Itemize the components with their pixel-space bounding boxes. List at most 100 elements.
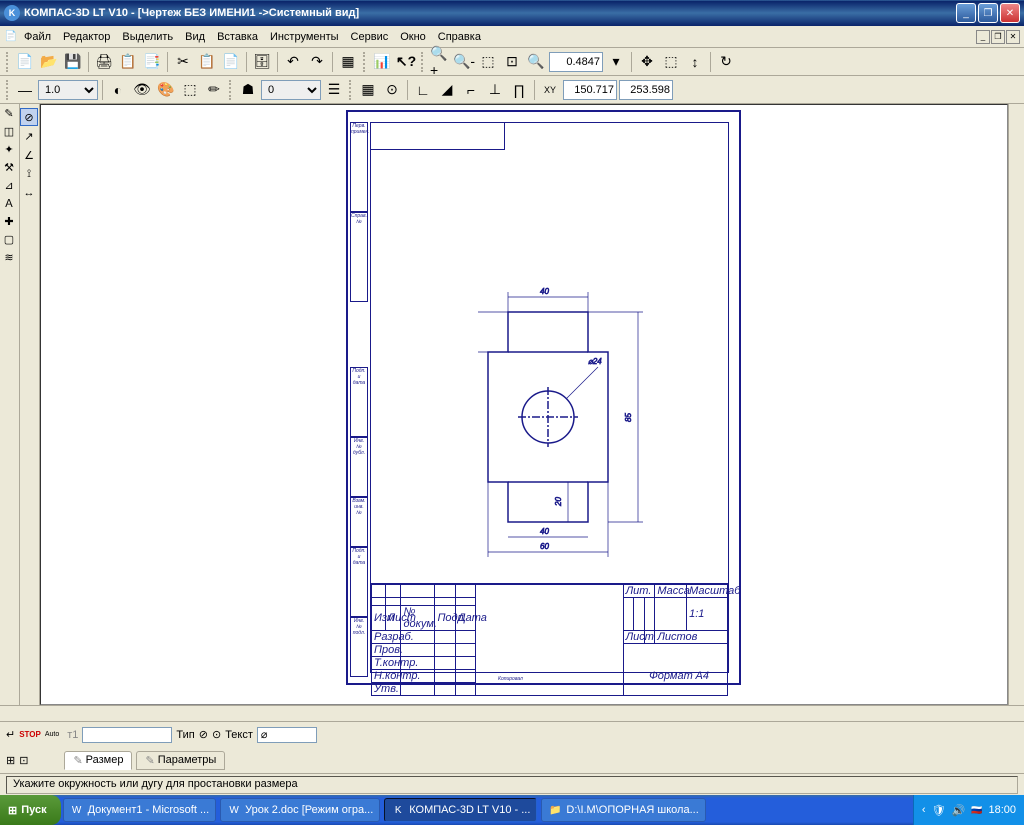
scale-select[interactable]: 1.0 <box>38 80 98 100</box>
zoom-input[interactable] <box>549 52 603 72</box>
state-btn2[interactable]: 👁 <box>131 79 153 101</box>
layer-select[interactable]: 0 <box>261 80 321 100</box>
panel-btn1[interactable]: ✎ <box>0 104 18 122</box>
panel-btn6[interactable]: Ａ <box>0 194 18 212</box>
snap-int-button[interactable]: ⊥ <box>484 79 506 101</box>
system-tray[interactable]: ‹ 🛡 🔊 🇷🇺 18:00 <box>913 795 1024 825</box>
print-button[interactable]: 🖨 <box>93 51 115 73</box>
redraw-button[interactable]: ↻ <box>715 51 737 73</box>
drawing-canvas[interactable]: Перв. примен. Справ. № Подп. и дата Инв.… <box>40 104 1008 705</box>
dim-tool2[interactable]: ↗ <box>20 127 38 145</box>
minimize-button[interactable]: _ <box>956 3 976 23</box>
tray-clock[interactable]: 18:00 <box>988 804 1016 816</box>
start-button[interactable]: ⊞ Пуск <box>0 795 61 825</box>
arrow-button[interactable]: ↖? <box>395 51 417 73</box>
menu-edit[interactable]: Редактор <box>57 29 116 45</box>
tool-btn[interactable]: 📑 <box>141 51 163 73</box>
state-btn4[interactable]: ⬚ <box>179 79 201 101</box>
dim-linear-button[interactable]: ⊘ <box>20 108 38 126</box>
cut-button[interactable]: ✂ <box>172 51 194 73</box>
variables-button[interactable]: 📊 <box>371 51 393 73</box>
taskbar-item[interactable]: KКОМПАС-3D LT V10 - ... <box>384 798 537 822</box>
toolbar-handle[interactable] <box>6 80 10 100</box>
snap-button[interactable]: ⊙ <box>381 79 403 101</box>
toolbar-handle[interactable] <box>363 52 367 72</box>
close-button[interactable]: ✕ <box>1000 3 1020 23</box>
panel-btn3[interactable]: ✦ <box>0 140 18 158</box>
panel-btn2[interactable]: ◫ <box>0 122 18 140</box>
vertical-scrollbar[interactable] <box>1008 104 1024 705</box>
type1-button[interactable]: ⊘ <box>199 728 208 741</box>
dropdown-icon[interactable]: ▾ <box>605 51 627 73</box>
tray-lang-icon[interactable]: 🔊 <box>952 804 966 817</box>
preview-button[interactable]: 📋 <box>117 51 139 73</box>
open-button[interactable]: 📂 <box>38 51 60 73</box>
taskbar-item[interactable]: 📁D:\I.М\ОПОРНАЯ школа... <box>541 798 705 822</box>
panel-btn5[interactable]: ⊿ <box>0 176 18 194</box>
state-btn5[interactable]: ✏ <box>203 79 225 101</box>
menu-insert[interactable]: Вставка <box>211 29 264 45</box>
undo-button[interactable]: ↶ <box>282 51 304 73</box>
menu-window[interactable]: Окно <box>394 29 432 45</box>
toolbar-handle[interactable] <box>421 52 425 72</box>
menu-file[interactable]: Файл <box>18 29 57 45</box>
taskbar-item[interactable]: WДокумент1 - Microsoft ... <box>63 798 217 822</box>
stop-button[interactable]: STOP <box>19 730 41 739</box>
state-btn3[interactable]: 🎨 <box>155 79 177 101</box>
state-btn1[interactable]: ◐ <box>107 79 129 101</box>
menu-tools[interactable]: Инструменты <box>264 29 345 45</box>
zoom-rect-button[interactable]: ⬚ <box>660 51 682 73</box>
paste-button[interactable]: 📄 <box>220 51 242 73</box>
menu-help[interactable]: Справка <box>432 29 487 45</box>
x-coord-input[interactable] <box>563 80 617 100</box>
panel-opt2[interactable]: ⊡ <box>19 754 28 767</box>
panel-opt1[interactable]: ⊞ <box>6 754 15 767</box>
tab-size[interactable]: ✎Размер <box>64 751 132 770</box>
doc-restore-button[interactable]: ❐ <box>991 30 1005 44</box>
copy-button[interactable]: 📋 <box>196 51 218 73</box>
auto-button[interactable]: Auto <box>45 731 59 738</box>
layers-button[interactable]: ☰ <box>323 79 345 101</box>
zoom-dyn-button[interactable]: ↕ <box>684 51 706 73</box>
tray-expand-icon[interactable]: ‹ <box>922 804 926 816</box>
dim-tool4[interactable]: ⟟ <box>20 165 38 183</box>
menu-select[interactable]: Выделить <box>116 29 179 45</box>
panel-btn9[interactable]: ≋ <box>0 248 18 266</box>
pan-button[interactable]: ✥ <box>636 51 658 73</box>
taskbar-item[interactable]: WУрок 2.doc [Режим огра... <box>220 798 380 822</box>
snap-end-button[interactable]: ∟ <box>412 79 434 101</box>
toolbar-handle[interactable] <box>229 80 233 100</box>
panel-btn7[interactable]: ✚ <box>0 212 18 230</box>
snap-perp-button[interactable]: ∏ <box>508 79 530 101</box>
snap-mid-button[interactable]: ◢ <box>436 79 458 101</box>
panel-btn8[interactable]: ▢ <box>0 230 18 248</box>
menu-service[interactable]: Сервис <box>345 29 395 45</box>
zoom-window-button[interactable]: ⬚ <box>477 51 499 73</box>
apply-button[interactable]: ↵ <box>6 728 15 741</box>
tray-shield-icon[interactable]: 🛡 <box>932 804 946 817</box>
y-coord-input[interactable] <box>619 80 673 100</box>
t1-input[interactable] <box>82 727 172 743</box>
snap-center-button[interactable]: ⌐ <box>460 79 482 101</box>
grid-button[interactable]: ▦ <box>357 79 379 101</box>
zoom-fit-button[interactable]: ⊡ <box>501 51 523 73</box>
properties-button[interactable]: 🗄 <box>251 51 273 73</box>
dim-tool3[interactable]: ∠ <box>20 146 38 164</box>
zoom-prev-button[interactable]: 🔍 <box>525 51 547 73</box>
text-input[interactable] <box>257 727 317 743</box>
horizontal-scrollbar[interactable] <box>0 705 1024 721</box>
menu-view[interactable]: Вид <box>179 29 211 45</box>
zoom-in-button[interactable]: 🔍+ <box>429 51 451 73</box>
toolbar-handle[interactable] <box>349 80 353 100</box>
maximize-button[interactable]: ❐ <box>978 3 998 23</box>
new-button[interactable]: 📄 <box>14 51 36 73</box>
redo-button[interactable]: ↷ <box>306 51 328 73</box>
dim-tool5[interactable]: ↔ <box>20 184 38 202</box>
zoom-out-button[interactable]: 🔍- <box>453 51 475 73</box>
tab-params[interactable]: ✎Параметры <box>136 751 225 770</box>
tray-flag-icon[interactable]: 🇷🇺 <box>971 805 982 816</box>
doc-minimize-button[interactable]: _ <box>976 30 990 44</box>
toolbar-handle[interactable] <box>6 52 10 72</box>
panel-btn4[interactable]: ⚒ <box>0 158 18 176</box>
doc-close-button[interactable]: ✕ <box>1006 30 1020 44</box>
